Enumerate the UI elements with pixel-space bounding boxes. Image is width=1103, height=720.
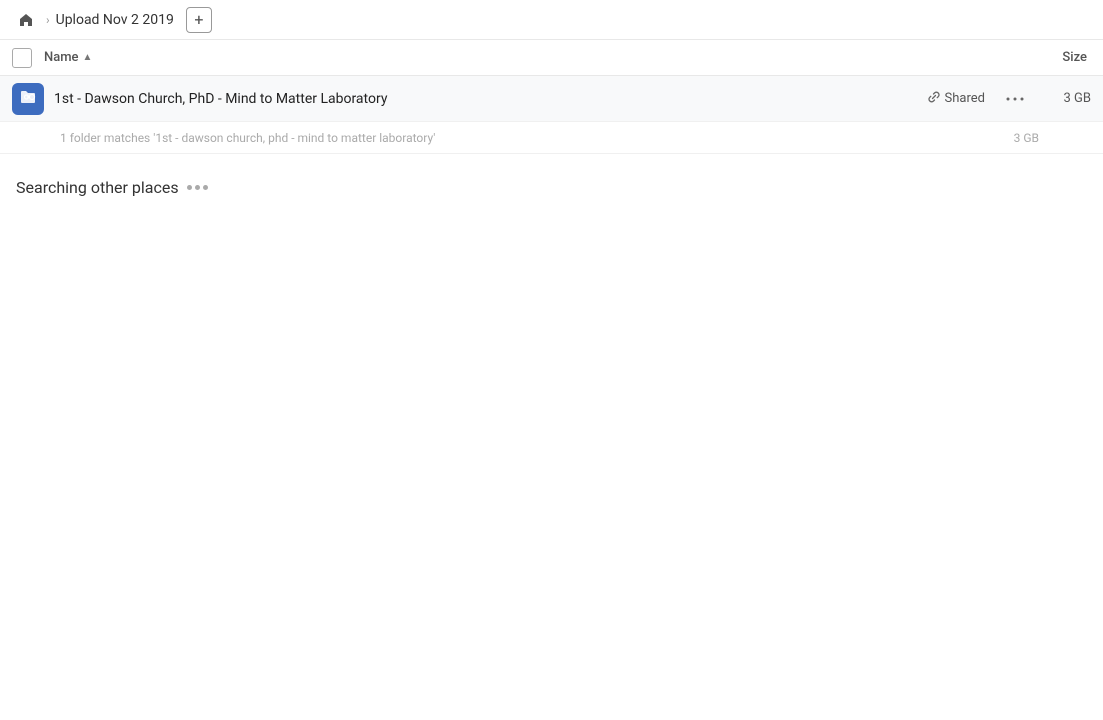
- more-options-button[interactable]: [1001, 85, 1029, 113]
- dot-2: [195, 185, 200, 190]
- home-button[interactable]: [12, 6, 40, 34]
- breadcrumb-bar: › Upload Nov 2 2019 +: [0, 0, 1103, 40]
- name-column-header[interactable]: Name ▲: [44, 50, 92, 65]
- size-column-header[interactable]: Size: [1062, 50, 1091, 65]
- searching-label: Searching other places: [16, 178, 179, 197]
- searching-animation: [187, 185, 208, 190]
- dot-1: [187, 185, 192, 190]
- shared-badge: Shared: [927, 90, 985, 108]
- match-info-size: 3 GB: [1014, 131, 1043, 145]
- add-button[interactable]: +: [186, 7, 212, 33]
- file-name: 1st - Dawson Church, PhD - Mind to Matte…: [54, 91, 927, 107]
- dot-3: [203, 185, 208, 190]
- breadcrumb-separator: ›: [46, 13, 50, 27]
- file-list-item[interactable]: 1st - Dawson Church, PhD - Mind to Matte…: [0, 76, 1103, 122]
- column-header-row: Name ▲ Size: [0, 40, 1103, 76]
- searching-section: Searching other places: [0, 154, 1103, 221]
- match-info-row: 1 folder matches '1st - dawson church, p…: [0, 122, 1103, 154]
- breadcrumb-title: Upload Nov 2 2019: [56, 12, 174, 28]
- file-size: 3 GB: [1041, 91, 1091, 106]
- link-folder-icon: [19, 88, 37, 110]
- link-icon: [927, 90, 941, 108]
- folder-icon-wrap: [12, 83, 44, 115]
- shared-label: Shared: [945, 91, 985, 106]
- match-info-text: 1 folder matches '1st - dawson church, p…: [60, 131, 1014, 145]
- select-all-checkbox[interactable]: [12, 48, 32, 68]
- sort-arrow-icon: ▲: [83, 52, 93, 63]
